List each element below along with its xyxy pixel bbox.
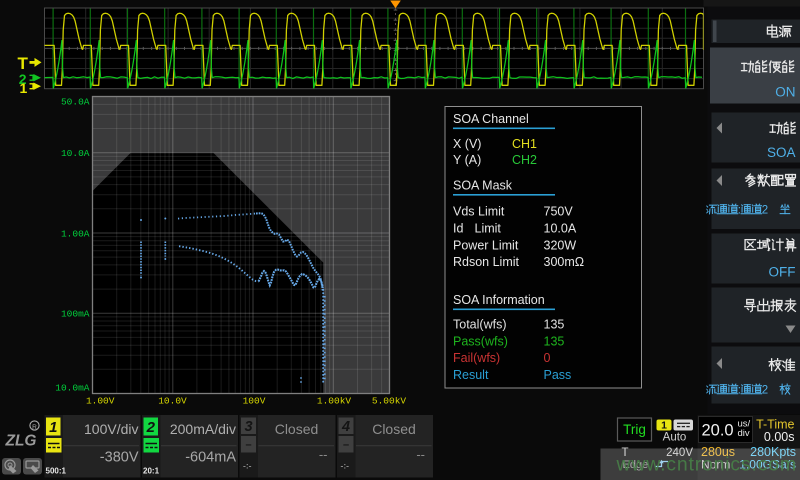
svg-text::: :: [738, 205, 741, 217]
svg-text:Vds Limit: Vds Limit: [453, 205, 505, 219]
svg-text:5.00kV: 5.00kV: [372, 396, 407, 407]
svg-text:OFF: OFF: [769, 265, 796, 280]
svg-text:X (V): X (V): [453, 137, 481, 151]
svg-text:1: 1: [661, 420, 667, 432]
svg-text:135: 135: [544, 334, 565, 348]
svg-text:50.0A: 50.0A: [61, 97, 90, 108]
svg-text:–: –: [343, 439, 349, 451]
svg-text:Id: Id: [453, 221, 463, 235]
svg-text:20.0: 20.0: [702, 422, 734, 440]
svg-text:100V/div: 100V/div: [84, 421, 138, 437]
svg-text:2: 2: [762, 205, 768, 217]
svg-text:--: --: [416, 447, 425, 462]
svg-text::: :: [738, 385, 741, 397]
svg-text:-:-: -:-: [341, 461, 350, 471]
svg-text:135: 135: [544, 318, 565, 332]
svg-text:10.0V: 10.0V: [158, 396, 187, 407]
svg-text:Limit: Limit: [475, 221, 502, 235]
svg-text:1.00kV: 1.00kV: [317, 396, 352, 407]
svg-text:SOA: SOA: [767, 145, 796, 160]
svg-text:10.0A: 10.0A: [61, 148, 90, 159]
svg-text:www.cntronics.com: www.cntronics.com: [616, 454, 797, 476]
svg-text:-604mA: -604mA: [185, 450, 236, 466]
svg-text:Pass(wfs): Pass(wfs): [453, 334, 508, 348]
svg-text:0.00s: 0.00s: [764, 430, 795, 444]
svg-text:100V: 100V: [243, 396, 266, 407]
svg-text:1.00A: 1.00A: [61, 228, 90, 239]
svg-text:10.0A: 10.0A: [544, 221, 577, 235]
svg-text:SOA Channel: SOA Channel: [453, 112, 529, 126]
svg-text:4: 4: [341, 419, 350, 435]
svg-text:750V: 750V: [544, 205, 574, 219]
svg-text:Auto: Auto: [663, 432, 687, 444]
svg-text:Total(wfs): Total(wfs): [453, 318, 506, 332]
svg-text:Result: Result: [453, 368, 489, 382]
svg-text:ON: ON: [775, 85, 795, 100]
svg-text:300mΩ: 300mΩ: [544, 255, 585, 269]
svg-text:500:1: 500:1: [46, 467, 67, 476]
svg-text:3: 3: [244, 419, 252, 435]
svg-text:–: –: [245, 439, 251, 451]
svg-text:Rdson Limit: Rdson Limit: [453, 255, 520, 269]
svg-text:ZLG: ZLG: [5, 433, 37, 450]
svg-text:Y (A): Y (A): [453, 153, 481, 167]
svg-text:Closed: Closed: [275, 421, 319, 437]
svg-text:Pass: Pass: [544, 368, 572, 382]
svg-text:--: --: [319, 447, 328, 462]
svg-text:20:1: 20:1: [143, 467, 160, 476]
svg-text:10.0mA: 10.0mA: [55, 383, 90, 394]
svg-text:div: div: [738, 428, 750, 439]
svg-text:2: 2: [762, 385, 768, 397]
svg-text:-380V: -380V: [100, 450, 139, 466]
svg-text:Trig: Trig: [623, 422, 646, 437]
svg-text:Fail(wfs): Fail(wfs): [453, 351, 500, 365]
svg-text:1: 1: [49, 419, 57, 436]
svg-text:Power Limit: Power Limit: [453, 238, 519, 252]
svg-text:2: 2: [146, 419, 156, 436]
svg-text:CH1: CH1: [512, 137, 537, 151]
svg-text:SOA Mask: SOA Mask: [453, 179, 513, 193]
svg-text:320W: 320W: [544, 238, 577, 252]
svg-text:200mA/div: 200mA/div: [170, 421, 236, 437]
svg-text:R: R: [32, 424, 37, 431]
svg-text:0: 0: [544, 351, 551, 365]
svg-text:-:-: -:-: [243, 461, 252, 471]
svg-text:1.00V: 1.00V: [86, 396, 115, 407]
svg-text:Closed: Closed: [372, 421, 416, 437]
svg-text:100mA: 100mA: [61, 309, 90, 320]
svg-text:1: 1: [20, 80, 28, 96]
svg-text:SOA Information: SOA Information: [453, 293, 545, 307]
svg-text:CH2: CH2: [512, 153, 537, 167]
